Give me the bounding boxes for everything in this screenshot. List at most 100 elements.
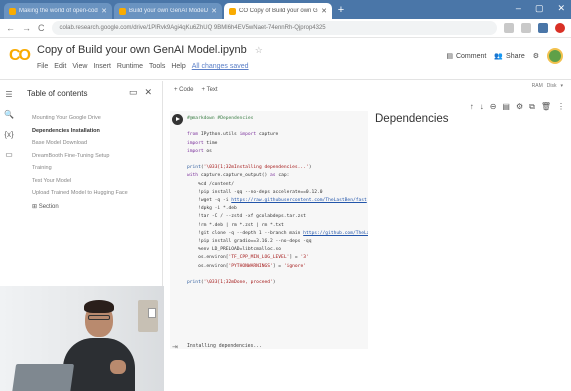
code-line: !dpkg -i *.deb [187,205,368,213]
notebook-title[interactable]: Copy of Build your own GenAI Model.ipynb… [37,44,263,56]
code-line: import os [187,148,368,156]
tab-close-icon[interactable]: ✕ [321,7,327,15]
menu-view[interactable]: View [72,63,87,70]
toc-item[interactable]: Training [32,162,158,175]
settings-icon[interactable]: ⚙ [516,102,523,112]
saved-status-link[interactable]: All changes saved [192,63,249,70]
ram-label: RAM [531,83,543,89]
maximize-button[interactable]: ▢ [535,3,544,14]
presenter-webcam [0,286,164,391]
link-icon[interactable]: ⊖ [490,102,497,112]
browser-tab[interactable]: Making the world of open-code AI ✕ [4,3,112,19]
code-line: !wget -q -i https://raw.githubuserconten… [187,197,368,205]
tab-favicon-icon [119,7,126,15]
new-tab-button[interactable]: + [334,3,348,19]
folder-icon[interactable]: ▭ [5,150,13,159]
close-icon[interactable]: ✕ [144,87,152,98]
variables-icon[interactable]: {x} [4,130,13,139]
code-token: 'PYTHONWARNINGS' [228,263,273,269]
code-token: !pip install -qq --no-deps accelerate==0… [187,189,323,195]
add-code-button[interactable]: + Code [174,87,194,93]
toc-item[interactable]: Test Your Model [32,175,158,188]
close-window-button[interactable]: ✕ [557,3,565,14]
toc-item-active[interactable]: Dependencies Installation [32,125,158,138]
comment-icon: ▤ [446,53,453,60]
code-token: import [187,148,204,154]
search-icon[interactable]: 🔍 [4,110,14,119]
forward-button[interactable]: → [22,23,31,33]
code-token: import [239,132,257,138]
reload-button[interactable]: C [38,23,45,33]
copy-icon[interactable]: ⧉ [529,102,535,112]
share-page-icon[interactable] [504,23,514,33]
menu-tools[interactable]: Tools [149,63,165,70]
tab-close-icon[interactable]: ✕ [211,7,217,15]
run-cell-button[interactable] [172,114,183,125]
tab-label: CO Copy of Build your own GenAI M [239,8,318,14]
code-token: capture [256,132,279,138]
code-line: !tar -C / --zstd -xf gcolabdeps.tar.zst [187,213,368,221]
cell-output: Installing dependencies... [187,344,263,349]
star-icon[interactable]: ☆ [255,45,263,55]
code-line: os.environ['TF_CPP_MIN_LOG_LEVEL'] = '3' [187,254,368,262]
toc-item[interactable]: Upload Trained Model to Hugging Face [32,187,158,200]
colab-logo[interactable]: CO [9,47,31,65]
code-token: os [203,148,212,154]
browser-tab[interactable]: Build your own GenAI ModelJupyter ✕ [114,3,222,19]
toc-window-icon[interactable]: ▭ [129,87,138,98]
code-token: '3' [300,255,309,261]
menu-file[interactable]: File [37,63,48,70]
code-token: !tar -C / --zstd -xf gcolabdeps.tar.zst [187,214,306,220]
add-text-button[interactable]: + Text [202,87,218,93]
menu-runtime[interactable]: Runtime [117,63,143,70]
code-token: '\033[1;32mDone, proceed' [203,280,273,286]
people-icon: 👥 [494,53,504,60]
code-token: 'ignore' [283,263,306,269]
profile-icon[interactable] [555,23,565,33]
extension-icon[interactable] [538,23,548,33]
gear-icon[interactable]: ⚙ [533,52,539,60]
share-button[interactable]: 👥 Share [494,52,525,61]
code-token: !rm *.deb | rm *.zst | rm *.txt [187,222,284,228]
code-link[interactable]: https://raw.githubusercontent.com/TheLas… [231,198,367,203]
toc-item[interactable]: DreamBooth Fine-Tuning Setup [32,150,158,163]
output-icon[interactable]: ⇥ [172,343,178,351]
cell-toolbar: ↑ ↓ ⊖ ▤ ⚙ ⧉ 🗑 ⋮ [470,102,565,112]
notebook-toolbar: + Code + Text [164,81,571,99]
code-token: !git clone -q --depth 1 --branch main [187,230,304,236]
move-up-icon[interactable]: ↑ [470,102,474,112]
bookmark-icon[interactable] [521,23,531,33]
toc-item[interactable]: Mounting Your Google Drive [32,112,158,125]
toc-icon[interactable]: ☰ [5,90,12,99]
minimize-button[interactable]: – [516,3,521,14]
code-editor[interactable]: #@markdown #Dependencies from IPython.ut… [187,115,368,287]
more-icon[interactable]: ⋮ [557,102,565,112]
chevron-down-icon[interactable]: ▾ [560,83,563,89]
tab-close-icon[interactable]: ✕ [101,7,107,15]
comment-cell-icon[interactable]: ▤ [502,102,510,112]
code-line: !pip install gradio==3.16.2 --no-deps -q… [187,238,368,246]
toc-item[interactable]: Base Model Download [32,137,158,150]
menu-insert[interactable]: Insert [93,63,111,70]
code-line: os.environ['PYTHONWARNINGS'] = 'ignore' [187,263,368,271]
menu-edit[interactable]: Edit [54,63,66,70]
code-token: ) [308,165,312,171]
share-label: Share [506,52,525,60]
resource-monitor[interactable]: RAM Disk ▾ [532,83,563,89]
code-token: ] = [289,255,301,261]
back-button[interactable]: ← [6,23,15,33]
move-down-icon[interactable]: ↓ [480,102,484,112]
code-link[interactable]: https://github.com/TheLa [303,231,368,236]
add-section-button[interactable]: ⊞ Section [32,203,158,210]
delete-icon[interactable]: 🗑 [541,102,551,112]
code-token: !pip install gradio==3.16.2 --no-deps -q… [187,239,312,245]
url-field[interactable]: colab.research.google.com/drive/1PlRvk9A… [51,21,497,35]
code-token: import [187,140,204,146]
disk-label: Disk [546,83,557,89]
avatar[interactable] [547,48,563,64]
menu-help[interactable]: Help [171,63,185,70]
toc-list: Mounting Your Google Drive Dependencies … [32,112,158,210]
browser-tab-active[interactable]: CO Copy of Build your own GenAI M ✕ [224,3,332,19]
comment-button[interactable]: ▤ Comment [446,52,486,61]
